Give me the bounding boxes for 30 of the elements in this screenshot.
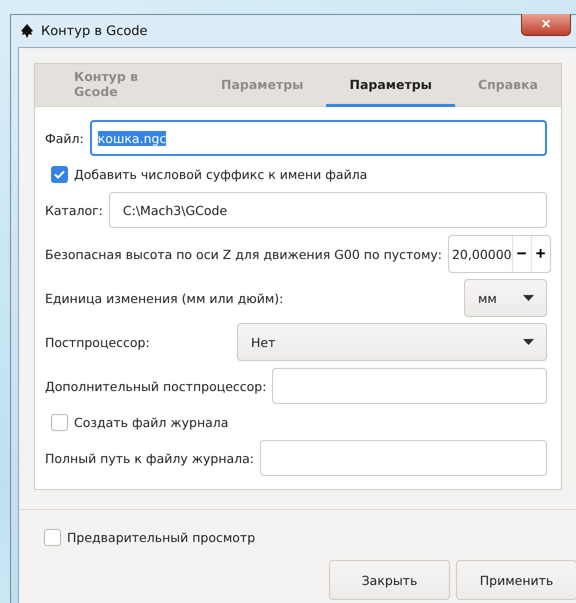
field-label: Полный путь к файлу журнала: — [45, 450, 254, 466]
field-label: Единица изменения (мм или дюйм): — [45, 290, 284, 306]
input-field[interactable]: кошка.ngc — [90, 120, 547, 156]
field-label: Безопасная высота по оси Z для движения G00 по пустому: — [45, 246, 442, 262]
app-logo-icon — [19, 23, 35, 39]
checkbox[interactable] — [51, 414, 68, 430]
checkbox-label: Предварительный просмотр — [67, 530, 256, 544]
field-label: Файл: — [45, 130, 84, 146]
increment-button[interactable]: + — [530, 236, 550, 272]
checkmark-icon — [54, 170, 65, 178]
field-label: Каталог: — [45, 202, 103, 218]
input-field[interactable]: C:\Mach3\GCode — [108, 192, 547, 228]
dropdown[interactable]: Нет — [237, 323, 547, 361]
checkbox[interactable] — [44, 528, 61, 546]
input-field[interactable] — [272, 368, 547, 404]
number-field[interactable]: 20,00000 − + — [448, 235, 551, 273]
caret-icon — [523, 295, 534, 301]
tab[interactable]: Параметры — [326, 64, 455, 107]
caret-icon — [523, 339, 534, 345]
dropdown[interactable]: мм — [464, 279, 547, 317]
dialog-button[interactable]: Закрыть — [329, 560, 450, 600]
checkbox-label: Добавить числовой суффикс к имени файла — [74, 166, 368, 182]
checkbox-label: Создать файл журнала — [74, 414, 228, 430]
window-title: Контур в Gcode — [41, 24, 148, 38]
field-label: Постпроцессор: — [45, 334, 150, 350]
field-label: Дополнительный постпроцессор: — [45, 378, 266, 394]
decrement-button[interactable]: − — [512, 236, 531, 272]
checkbox[interactable] — [51, 166, 68, 182]
input-field[interactable] — [260, 440, 547, 476]
dialog-button[interactable]: Применить — [456, 560, 576, 600]
